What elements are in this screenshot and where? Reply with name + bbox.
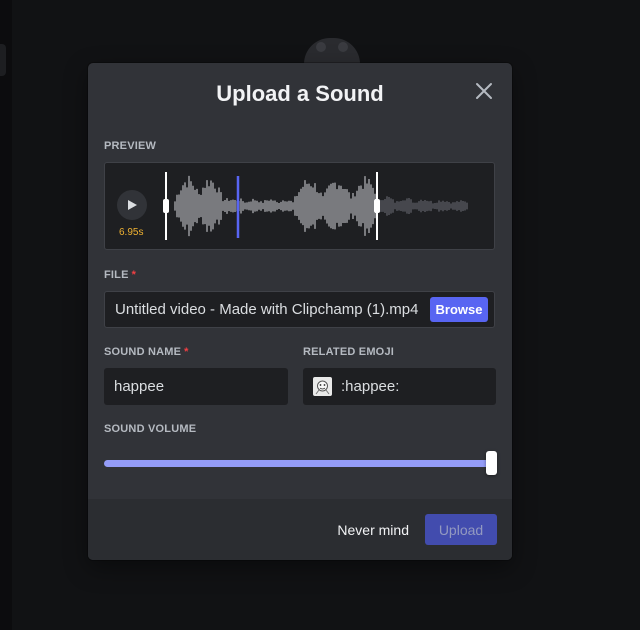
background-sidebar	[0, 0, 12, 630]
file-required-mark: *	[131, 269, 137, 281]
file-label: FILE *	[104, 269, 136, 281]
sound-name-required-mark: *	[184, 346, 189, 358]
selection-end-handle[interactable]	[374, 172, 380, 240]
modal-title: Upload a Sound	[216, 81, 384, 106]
related-emoji-label: RELATED EMOJI	[303, 346, 395, 358]
close-icon[interactable]	[472, 79, 496, 103]
sound-name-input[interactable]: happee	[104, 368, 288, 405]
preview-label: PREVIEW	[104, 140, 157, 152]
sound-name-label: SOUND NAME *	[104, 346, 189, 358]
emoji-image	[313, 377, 332, 396]
never-mind-button[interactable]: Never mind	[337, 522, 409, 538]
sound-volume-label: SOUND VOLUME	[104, 423, 197, 435]
upload-button[interactable]: Upload	[425, 514, 497, 545]
browse-button[interactable]: Browse	[430, 297, 488, 322]
sound-name-label-text: SOUND NAME	[104, 346, 182, 358]
volume-slider-handle[interactable]	[486, 451, 497, 475]
selection-start-handle[interactable]	[163, 172, 169, 240]
background-sidebar-tab	[0, 44, 6, 76]
file-field[interactable]: Untitled video - Made with Clipchamp (1)…	[104, 291, 495, 328]
playhead	[236, 176, 240, 238]
related-emoji-value: :happee:	[341, 378, 400, 395]
modal-footer: Never mind Upload	[88, 499, 512, 560]
volume-slider-track[interactable]	[104, 460, 496, 467]
upload-sound-modal: Upload a Sound PREVIEW 6.95s FILE * Untit…	[88, 63, 512, 560]
related-emoji-input[interactable]: :happee:	[303, 368, 496, 405]
file-label-text: FILE	[104, 269, 129, 281]
sound-name-value: happee	[114, 378, 165, 395]
file-name: Untitled video - Made with Clipchamp (1)…	[115, 301, 419, 318]
waveform[interactable]	[105, 163, 494, 249]
sound-preview[interactable]: 6.95s	[104, 162, 495, 250]
